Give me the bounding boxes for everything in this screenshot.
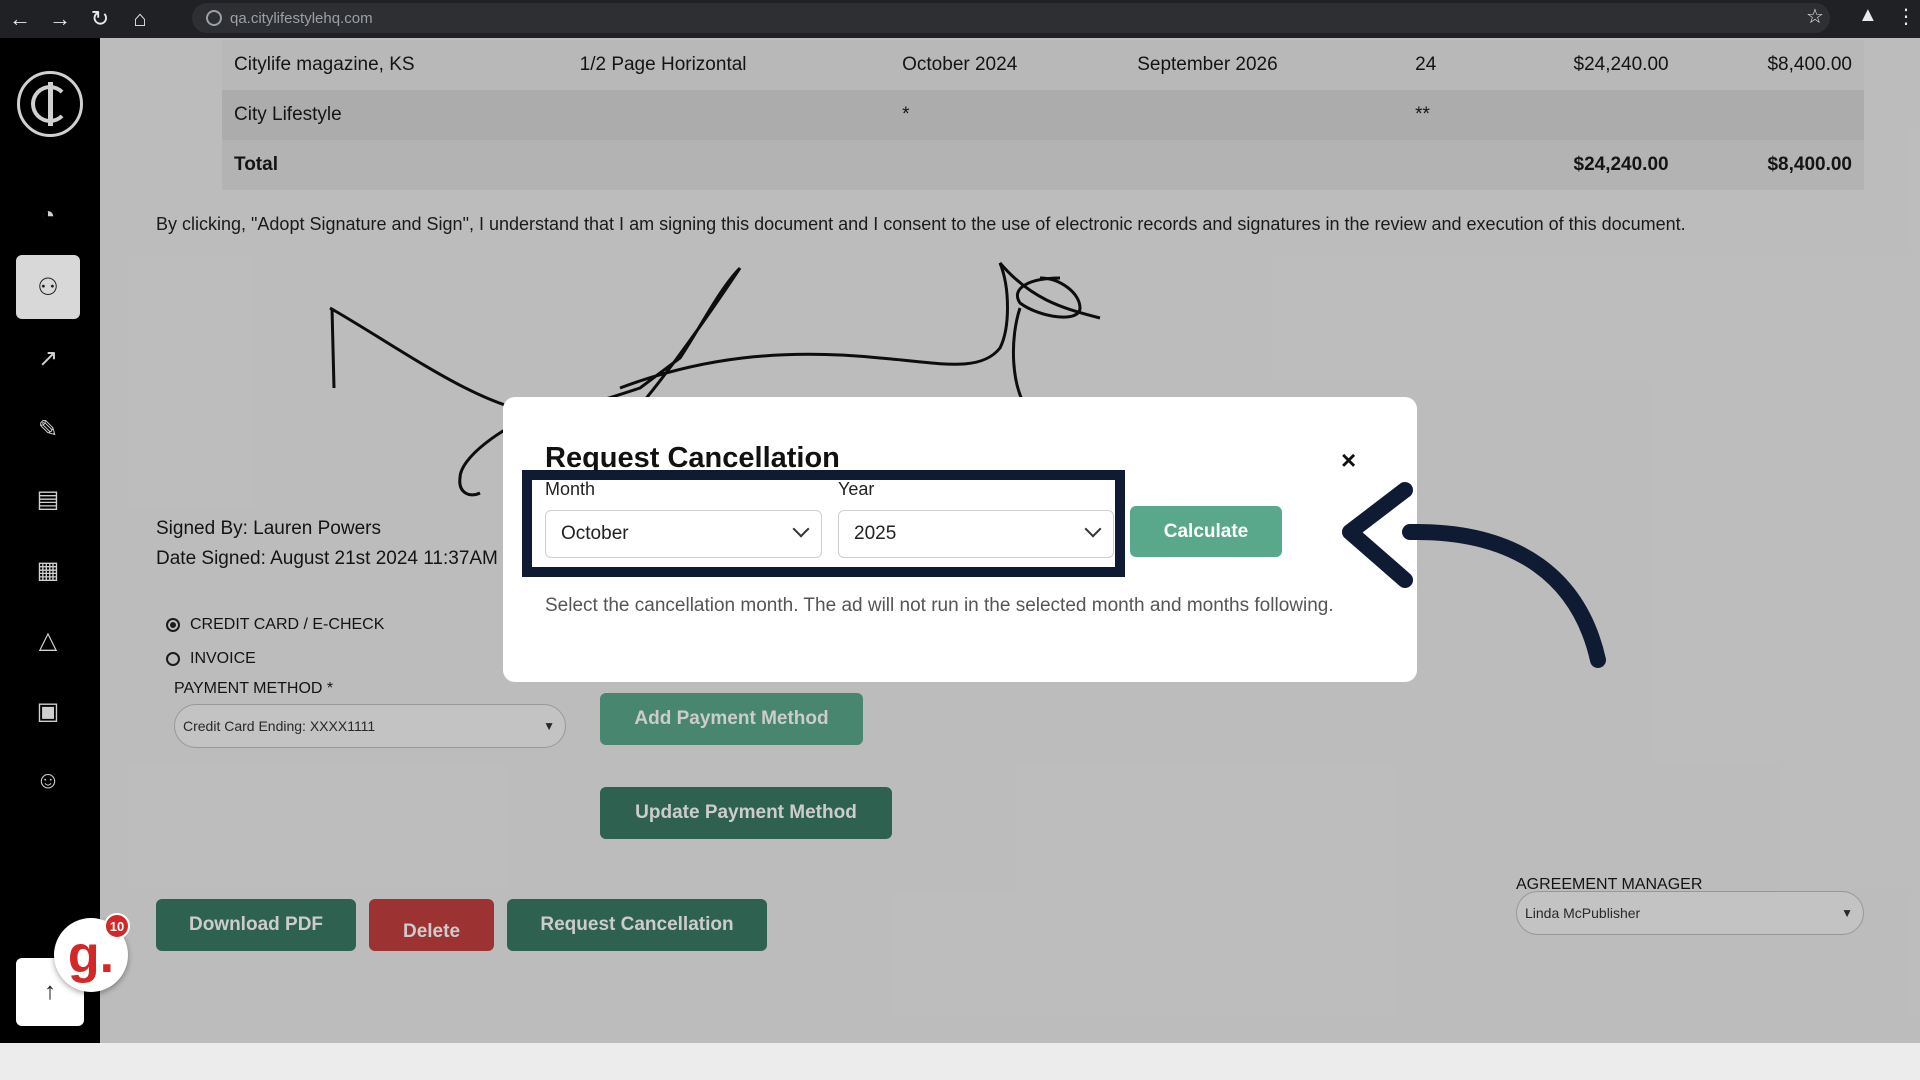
home-icon[interactable]: ⌂	[120, 0, 160, 38]
highlight-annotation-box	[522, 470, 1125, 577]
dashboard-pie-icon[interactable]: ◔	[16, 184, 80, 248]
newspaper-icon[interactable]: ▤	[16, 467, 80, 531]
site-info-icon[interactable]	[206, 10, 222, 26]
notification-count-badge: 10	[104, 913, 130, 939]
clients-group-icon[interactable]: ⚇	[16, 255, 80, 319]
url-text: qa.citylifestylehq.com	[230, 9, 373, 27]
brand-logo[interactable]	[17, 71, 83, 137]
address-bar[interactable]: qa.citylifestylehq.com	[192, 3, 1830, 33]
browser-menu-icon[interactable]: ⋮	[1896, 4, 1916, 29]
browser-toolbar: ← → ↻ ⌂ qa.citylifestylehq.com ☆ ▲ ⋮	[0, 0, 1920, 38]
request-cancellation-modal: Request Cancellation × Month October Yea…	[503, 397, 1417, 682]
sidebar: ◔ ⚇ ↗ ✎ ▤ ▦ △ ▣ ☺	[0, 38, 100, 1043]
user-account-icon[interactable]: ☺	[16, 749, 80, 813]
reload-icon[interactable]: ↻	[80, 0, 120, 38]
calculate-button[interactable]: Calculate	[1130, 506, 1282, 557]
edit-pencil-icon[interactable]: ✎	[16, 397, 80, 461]
bookmark-star-icon[interactable]: ☆	[1806, 4, 1824, 29]
graduation-cap-icon[interactable]: △	[16, 608, 80, 672]
annotation-arrow-icon	[1342, 482, 1606, 668]
cancellation-hint-text: Select the cancellation month. The ad wi…	[545, 595, 1334, 616]
grid-table-icon[interactable]: ▦	[16, 538, 80, 602]
contacts-book-icon[interactable]: ▣	[16, 679, 80, 743]
extensions-icon[interactable]: ▲	[1858, 4, 1878, 27]
analytics-chart-icon[interactable]: ↗	[16, 326, 80, 390]
back-icon[interactable]: ←	[0, 0, 40, 38]
forward-icon[interactable]: →	[40, 0, 80, 38]
